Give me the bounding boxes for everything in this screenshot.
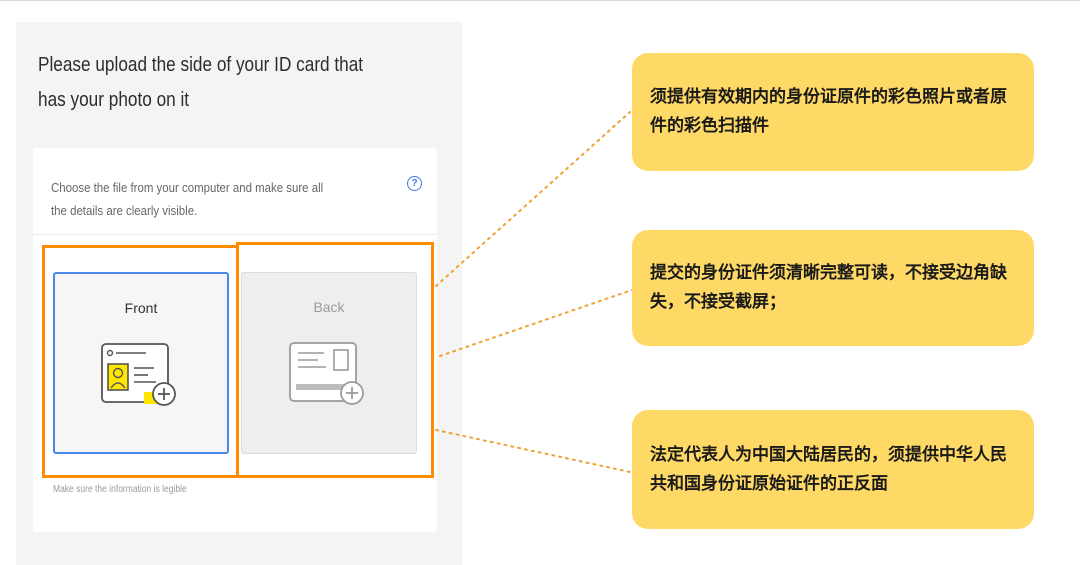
note-color-photo: 须提供有效期内的身份证原件的彩色照片或者原件的彩色扫描件 xyxy=(632,53,1034,171)
note-text: 须提供有效期内的身份证原件的彩色照片或者原件的彩色扫描件 xyxy=(650,87,1007,136)
note-text: 提交的身份证件须清晰完整可读，不接受边角缺失，不接受截屏； xyxy=(650,263,1007,312)
note-clear-complete: 提交的身份证件须清晰完整可读，不接受边角缺失，不接受截屏； xyxy=(632,230,1034,346)
note-legal-representative: 法定代表人为中国大陆居民的，须提供中华人民共和国身份证原始证件的正反面 xyxy=(632,410,1034,529)
note-text: 法定代表人为中国大陆居民的，须提供中华人民共和国身份证原始证件的正反面 xyxy=(650,444,1007,494)
